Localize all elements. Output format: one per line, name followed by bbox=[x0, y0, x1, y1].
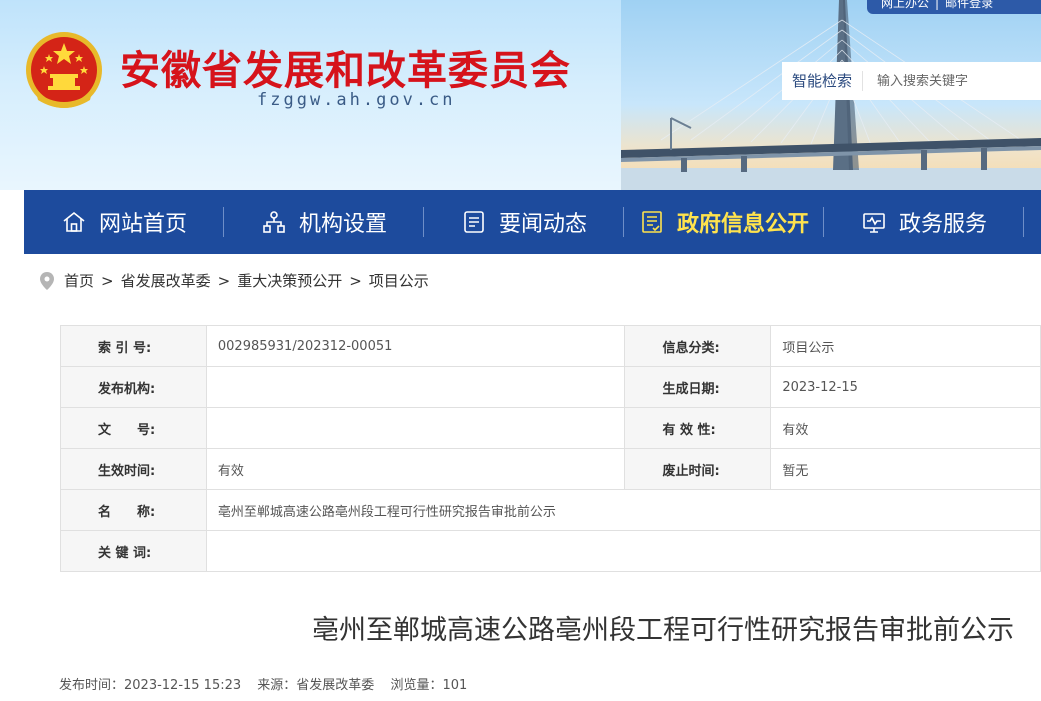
table-row: 名 称: 亳州至郸城高速公路亳州段工程可行性研究报告审批前公示 bbox=[60, 489, 1041, 531]
validity-value: 有效 bbox=[770, 407, 1041, 449]
category-value: 项目公示 bbox=[770, 325, 1041, 367]
site-header: 网上办公 | 邮件登录 安徽省发展和改革委员会 fzggw.ah.gov.cn 智能… bbox=[0, 0, 1041, 190]
top-link-office[interactable]: 网上办公 bbox=[881, 0, 929, 9]
index-number-value: 002985931/202312-00051 bbox=[205, 325, 626, 367]
publish-time: 发布时间：2023-12-15 15:23 bbox=[59, 678, 242, 693]
breadcrumb-ndrc[interactable]: 省发展改革委 bbox=[121, 270, 211, 291]
location-pin-icon bbox=[40, 271, 54, 290]
nav-item-label: 政务服务 bbox=[898, 212, 987, 237]
table-row: 关 键 词: bbox=[60, 530, 1041, 572]
breadcrumb-project-notice[interactable]: 项目公示 bbox=[369, 270, 429, 291]
nav-item-organization[interactable]: 机构设置 bbox=[224, 190, 424, 254]
table-row: 文 号: 有 效 性: 有效 bbox=[60, 407, 1041, 449]
breadcrumb-separator: > bbox=[217, 271, 231, 290]
news-icon bbox=[461, 209, 487, 235]
search-box: 智能检索 bbox=[782, 62, 1041, 100]
article-source: 来源：省发展改革委 bbox=[257, 678, 375, 693]
monitor-icon bbox=[861, 209, 887, 235]
top-link-mail[interactable]: 邮件登录 bbox=[945, 0, 993, 9]
table-row: 生效时间: 有效 废止时间: 暂无 bbox=[60, 448, 1041, 490]
search-label[interactable]: 智能检索 bbox=[782, 71, 864, 91]
publisher-value bbox=[205, 366, 626, 408]
breadcrumb-decisions[interactable]: 重大决策预公开 bbox=[237, 270, 342, 291]
nav-item-services[interactable]: 政务服务 bbox=[824, 190, 1024, 254]
publisher-label: 发布机构: bbox=[60, 366, 207, 408]
article-meta: 发布时间：2023-12-15 15:23 来源：省发展改革委 浏览量：101 bbox=[59, 674, 479, 693]
created-date-label: 生成日期: bbox=[624, 366, 772, 408]
breadcrumb: 首页 > 省发展改革委 > 重大决策预公开 > 项目公示 bbox=[40, 270, 429, 291]
breadcrumb-home[interactable]: 首页 bbox=[64, 270, 94, 291]
effective-time-value: 有效 bbox=[205, 448, 626, 490]
table-row: 索 引 号: 002985931/202312-00051 信息分类: 项目公示 bbox=[60, 325, 1041, 367]
name-label: 名 称: bbox=[60, 489, 207, 531]
nav-item-label: 要闻动态 bbox=[498, 212, 587, 237]
national-emblem-icon[interactable] bbox=[24, 30, 104, 110]
nav-item-news[interactable]: 要闻动态 bbox=[424, 190, 624, 254]
nav-item-label: 网站首页 bbox=[98, 212, 187, 237]
top-link-separator: | bbox=[935, 0, 940, 10]
site-title[interactable]: 安徽省发展和改革委员会 bbox=[120, 38, 571, 96]
keywords-value bbox=[205, 530, 1041, 572]
index-number-label: 索 引 号: bbox=[60, 325, 207, 367]
view-count: 浏览量：101 bbox=[390, 678, 468, 693]
effective-time-label: 生效时间: bbox=[60, 448, 207, 490]
expiry-time-value: 暂无 bbox=[770, 448, 1041, 490]
document-info-table: 索 引 号: 002985931/202312-00051 信息分类: 项目公示… bbox=[60, 325, 1041, 572]
category-label: 信息分类: bbox=[624, 325, 772, 367]
nav-item-label: 机构设置 bbox=[298, 212, 387, 237]
doc-number-value bbox=[205, 407, 626, 449]
search-input[interactable] bbox=[863, 73, 1024, 89]
table-row: 发布机构: 生成日期: 2023-12-15 bbox=[60, 366, 1041, 408]
breadcrumb-separator: > bbox=[101, 271, 114, 290]
doc-number-label: 文 号: bbox=[60, 407, 207, 449]
article-title: 亳州至郸城高速公路亳州段工程可行性研究报告审批前公示 bbox=[312, 615, 1014, 646]
expiry-time-label: 废止时间: bbox=[624, 448, 772, 490]
main-nav: 网站首页 机构设置 要闻动态 政府信息公开 政务服务 bbox=[24, 190, 1041, 254]
nav-item-label: 政府信息公开 bbox=[676, 212, 809, 237]
document-icon bbox=[639, 209, 665, 235]
home-icon bbox=[61, 209, 87, 235]
nav-item-home[interactable]: 网站首页 bbox=[24, 190, 224, 254]
org-chart-icon bbox=[261, 209, 287, 235]
site-domain: fzggw.ah.gov.cn bbox=[257, 90, 456, 110]
breadcrumb-separator: > bbox=[349, 271, 362, 290]
nav-item-gov-info[interactable]: 政府信息公开 bbox=[624, 190, 824, 254]
keywords-label: 关 键 词: bbox=[60, 530, 207, 572]
created-date-value: 2023-12-15 bbox=[770, 366, 1041, 408]
validity-label: 有 效 性: bbox=[624, 407, 772, 449]
name-value: 亳州至郸城高速公路亳州段工程可行性研究报告审批前公示 bbox=[205, 489, 1041, 531]
top-links-bar: 网上办公 | 邮件登录 bbox=[867, 0, 1041, 14]
